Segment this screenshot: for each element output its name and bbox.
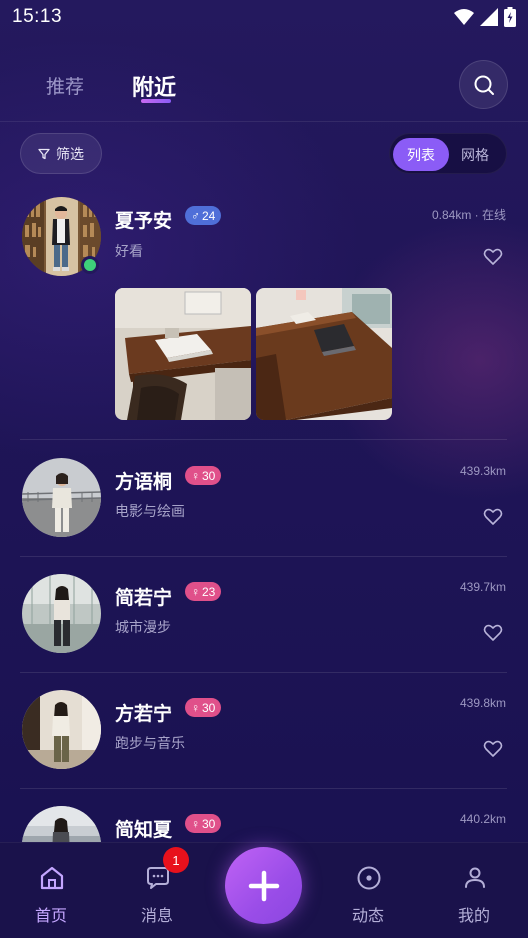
age: 24 bbox=[202, 208, 216, 223]
heart-icon[interactable] bbox=[483, 739, 503, 759]
moments-icon bbox=[357, 866, 381, 890]
user-bio: 跑步与音乐 bbox=[115, 736, 185, 752]
age: 30 bbox=[202, 468, 216, 483]
header: 推荐 附近 bbox=[0, 50, 528, 120]
age: 23 bbox=[202, 584, 216, 599]
status-icons bbox=[454, 7, 516, 27]
nav-messages-label: 消息 bbox=[140, 906, 173, 925]
list-item[interactable]: 方语桐 ♀ 30 电影与绘画 439.3km bbox=[0, 440, 528, 556]
female-icon: ♀ bbox=[191, 468, 200, 483]
gender-age-badge: ♀ 30 bbox=[185, 466, 222, 485]
user-bio: 电影与绘画 bbox=[115, 504, 185, 520]
avatar[interactable] bbox=[22, 574, 101, 653]
message-badge: 1 bbox=[163, 847, 189, 873]
age: 30 bbox=[202, 816, 216, 831]
wifi-icon bbox=[454, 9, 474, 25]
nav-moments[interactable]: 动态 bbox=[328, 843, 408, 938]
active-tab-indicator bbox=[141, 99, 171, 103]
tab-nearby[interactable]: 附近 bbox=[132, 70, 176, 102]
age: 30 bbox=[202, 700, 216, 715]
gender-age-badge: ♀ 30 bbox=[185, 814, 222, 833]
list-item[interactable]: 简知夏 ♀ 30 440.2km bbox=[0, 788, 528, 842]
list-item[interactable]: 方若宁 ♀ 30 跑步与音乐 439.8km bbox=[0, 672, 528, 788]
user-bio: 好看 bbox=[115, 244, 143, 260]
search-button[interactable] bbox=[459, 60, 508, 109]
avatar[interactable] bbox=[22, 690, 101, 769]
tab-recommend[interactable]: 推荐 bbox=[46, 72, 84, 99]
distance: 439.7km bbox=[459, 580, 506, 594]
search-icon bbox=[474, 75, 494, 95]
header-divider bbox=[0, 121, 528, 122]
status-time: 15:13 bbox=[12, 6, 63, 27]
nav-profile-label: 我的 bbox=[457, 906, 490, 925]
female-icon: ♀ bbox=[191, 584, 200, 599]
user-bio: 城市漫步 bbox=[115, 620, 171, 636]
female-icon: ♀ bbox=[191, 816, 200, 831]
home-icon bbox=[40, 866, 64, 890]
nav-home[interactable]: 首页 bbox=[11, 843, 91, 938]
nav-moments-label: 动态 bbox=[351, 906, 384, 925]
distance: 439.8km bbox=[459, 696, 506, 710]
user-list: 夏予安 ♂ 24 好看 0.84km · 在线 方语桐 ♀ 30 电影与绘画 4… bbox=[0, 180, 528, 842]
user-name: 夏予安 bbox=[115, 210, 173, 232]
distance: 0.84km · 在线 bbox=[431, 208, 506, 222]
gender-age-badge: ♀ 30 bbox=[185, 698, 222, 717]
avatar[interactable] bbox=[22, 806, 101, 842]
heart-icon[interactable] bbox=[483, 247, 503, 267]
nav-profile[interactable]: 我的 bbox=[434, 843, 514, 938]
battery-icon bbox=[504, 7, 516, 27]
filter-button[interactable]: 筛选 bbox=[20, 133, 102, 174]
view-list-option[interactable]: 列表 bbox=[393, 138, 449, 171]
status-bar: 15:13 bbox=[0, 0, 528, 34]
profile-icon bbox=[465, 867, 485, 888]
filter-icon bbox=[38, 148, 50, 159]
signal-icon bbox=[480, 8, 498, 26]
distance: 439.3km bbox=[459, 464, 506, 478]
gender-age-badge: ♀ 23 bbox=[185, 582, 222, 601]
heart-icon[interactable] bbox=[483, 507, 503, 527]
view-grid-option[interactable]: 网格 bbox=[447, 138, 503, 171]
male-icon: ♂ bbox=[191, 208, 200, 223]
create-post-button[interactable] bbox=[225, 847, 302, 924]
avatar[interactable] bbox=[22, 458, 101, 537]
filter-label: 筛选 bbox=[56, 146, 84, 163]
user-name: 方若宁 bbox=[115, 703, 173, 725]
heart-icon[interactable] bbox=[483, 623, 503, 643]
user-name: 简若宁 bbox=[115, 587, 173, 609]
plus-icon bbox=[248, 870, 279, 901]
female-icon: ♀ bbox=[191, 700, 200, 715]
gender-age-badge: ♂ 24 bbox=[185, 206, 222, 225]
user-photo[interactable] bbox=[256, 288, 392, 420]
user-name: 方语桐 bbox=[115, 471, 173, 493]
list-item[interactable]: 简若宁 ♀ 23 城市漫步 439.7km bbox=[0, 556, 528, 672]
list-item[interactable]: 夏予安 ♂ 24 好看 0.84km · 在线 bbox=[0, 180, 528, 440]
nav-home-label: 首页 bbox=[34, 906, 67, 925]
user-name: 简知夏 bbox=[115, 819, 173, 841]
view-toggle: 列表 网格 bbox=[389, 133, 507, 174]
distance: 440.2km bbox=[459, 812, 506, 826]
user-photo[interactable] bbox=[115, 288, 251, 420]
online-indicator bbox=[81, 256, 99, 274]
